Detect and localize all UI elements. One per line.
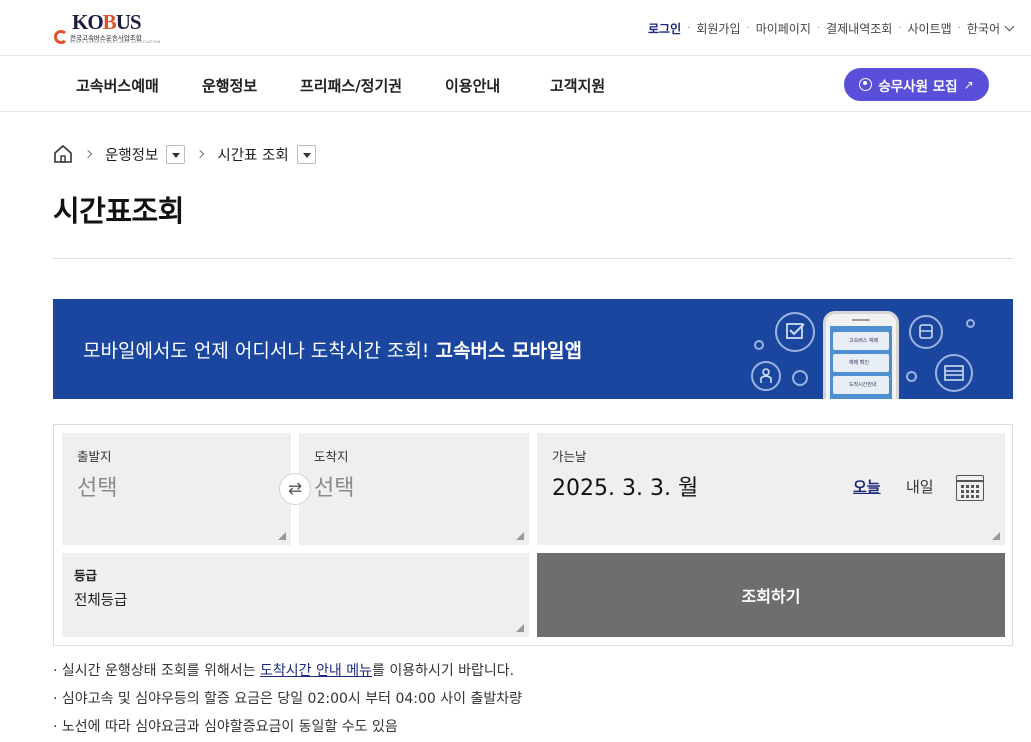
breadcrumb-chevron-icon — [83, 149, 93, 159]
tomorrow-button[interactable]: 내일 — [906, 476, 934, 497]
decor-dot-icon — [906, 371, 917, 382]
separator-dot: · — [898, 23, 902, 34]
logo-subtitle-en: KOREA EXPRESS BUS LINES ASSOCIATION — [70, 40, 161, 44]
main-nav: 고속버스예매 운행정보 프리패스/정기권 이용안내 고객지원 승무사원 모집 ↗ — [0, 56, 1031, 112]
decor-dot-icon — [966, 319, 975, 328]
phone-speaker — [852, 319, 870, 321]
breadcrumb-level1-dropdown[interactable] — [166, 144, 186, 164]
date-field[interactable]: 가는날 2025. 3. 3. 월 오늘 내일 — [537, 433, 1005, 545]
swap-arrows-icon: ⇄ — [287, 479, 303, 499]
payments-link[interactable]: 결제내역조회 — [826, 20, 892, 37]
login-link[interactable]: 로그인 — [648, 20, 681, 37]
phone-row: 예매 확인 — [833, 354, 889, 372]
arrival-value: 선택 — [314, 476, 355, 501]
phone-illustration: 고속버스 예매 예매 확인 도착시간안내 — [823, 311, 899, 399]
recruit-label: 승무사원 모집 — [878, 78, 958, 95]
breadcrumb-level2-dropdown[interactable] — [296, 144, 316, 164]
corner-grip-icon — [516, 532, 524, 540]
page-title: 시간표조회 — [53, 194, 184, 228]
calendar-icon[interactable] — [956, 475, 984, 501]
home-icon[interactable] — [53, 144, 73, 164]
decor-dot-icon — [792, 370, 808, 386]
checkbox-ring-icon — [775, 312, 815, 352]
notice-item: · 심야고속 및 심야우등의 할증 요금은 당일 02:00시 부터 04:00… — [53, 691, 522, 707]
language-select[interactable]: 한국어 — [966, 20, 1015, 37]
nav-item-guide[interactable]: 이용안내 — [445, 75, 500, 96]
departure-value: 선택 — [77, 476, 118, 501]
date-label: 가는날 — [552, 449, 587, 464]
grade-value: 전체등급 — [74, 593, 128, 609]
banner-text: 모바일에서도 언제 어디서나 도착시간 조회! 고속버스 모바일앱 — [83, 340, 582, 362]
nav-item-operation-info[interactable]: 운행정보 — [202, 75, 257, 96]
bus-ring-icon — [909, 315, 943, 349]
timetable-search-form: 출발지 선택 도착지 선택 ⇄ 가는날 2025. 3. 3. 월 오늘 내일 … — [53, 424, 1013, 646]
kobus-logo[interactable]: KOBUS 전국고속버스운송사업조합 KOREA EXPRESS BUS LIN… — [54, 10, 160, 46]
separator-dot: · — [746, 23, 750, 34]
language-label: 한국어 — [966, 22, 1000, 36]
separator-dot: · — [816, 23, 821, 34]
corner-grip-icon — [278, 532, 286, 540]
breadcrumb-level1[interactable]: 운행정보 — [105, 144, 158, 165]
phone-row: 도착시간안내 — [833, 376, 889, 394]
nav-item-freepass[interactable]: 프리패스/정기권 — [300, 75, 402, 96]
banner-emphasis: 고속버스 모바일앱 — [435, 340, 582, 362]
grade-field[interactable]: 등급 전체등급 — [62, 553, 529, 637]
notice-item: · 실시간 운행상태 조회를 위해서는 도착시간 안내 메뉴를 이용하시기 바랍… — [53, 663, 515, 679]
grade-label: 등급 — [74, 568, 98, 583]
search-button[interactable]: 조회하기 — [537, 553, 1005, 637]
departure-label: 출발지 — [77, 449, 112, 464]
logo-swoosh-icon — [54, 30, 68, 44]
mobile-app-banner[interactable]: 모바일에서도 언제 어디서나 도착시간 조회! 고속버스 모바일앱 고속버스 예… — [53, 299, 1013, 399]
separator-dot: · — [687, 23, 691, 34]
join-link[interactable]: 회원가입 — [696, 20, 740, 37]
corner-grip-icon — [992, 532, 1000, 540]
breadcrumb: 운행정보 시간표 조회 — [53, 143, 316, 165]
separator-dot: · — [957, 23, 961, 34]
notice-list: · 실시간 운행상태 조회를 위해서는 도착시간 안내 메뉴를 이용하시기 바랍… — [53, 661, 522, 742]
arrival-info-link[interactable]: 도착시간 안내 메뉴 — [260, 663, 372, 679]
nav-item-reservation[interactable]: 고속버스예매 — [76, 75, 159, 96]
chevron-down-icon — [1004, 21, 1015, 32]
external-link-icon: ↗ — [963, 77, 974, 92]
decor-dot-icon — [754, 340, 764, 350]
sitemap-link[interactable]: 사이트맵 — [908, 20, 952, 37]
utility-nav: 로그인 · 회원가입 · 마이페이지 · 결제내역조회 · 사이트맵 · 한국어 — [648, 20, 1015, 37]
swap-button[interactable]: ⇄ — [279, 473, 311, 505]
schedule-ring-icon — [935, 354, 973, 392]
top-utility-bar: KOBUS 전국고속버스운송사업조합 KOREA EXPRESS BUS LIN… — [0, 0, 1031, 56]
recruit-button[interactable]: 승무사원 모집 ↗ — [844, 68, 989, 101]
notice-item: · 노선에 따라 심야요금과 심야할증요금이 동일할 수도 있음 — [53, 719, 398, 735]
nav-item-support[interactable]: 고객지원 — [550, 75, 605, 96]
breadcrumb-level2[interactable]: 시간표 조회 — [217, 144, 288, 165]
person-icon — [859, 78, 873, 91]
arrival-label: 도착지 — [314, 449, 349, 464]
mypage-link[interactable]: 마이페이지 — [756, 20, 811, 37]
arrival-field[interactable]: 도착지 선택 — [299, 433, 529, 545]
title-divider — [53, 258, 1013, 259]
corner-grip-icon — [516, 624, 524, 632]
phone-screen: 고속버스 예매 예매 확인 도착시간안내 — [830, 326, 892, 399]
departure-field[interactable]: 출발지 선택 — [62, 433, 291, 545]
today-button[interactable]: 오늘 — [853, 476, 881, 497]
phone-row: 고속버스 예매 — [833, 332, 889, 350]
breadcrumb-chevron-icon — [196, 149, 205, 159]
date-value: 2025. 3. 3. 월 — [552, 476, 699, 501]
person-ring-icon — [751, 361, 781, 391]
